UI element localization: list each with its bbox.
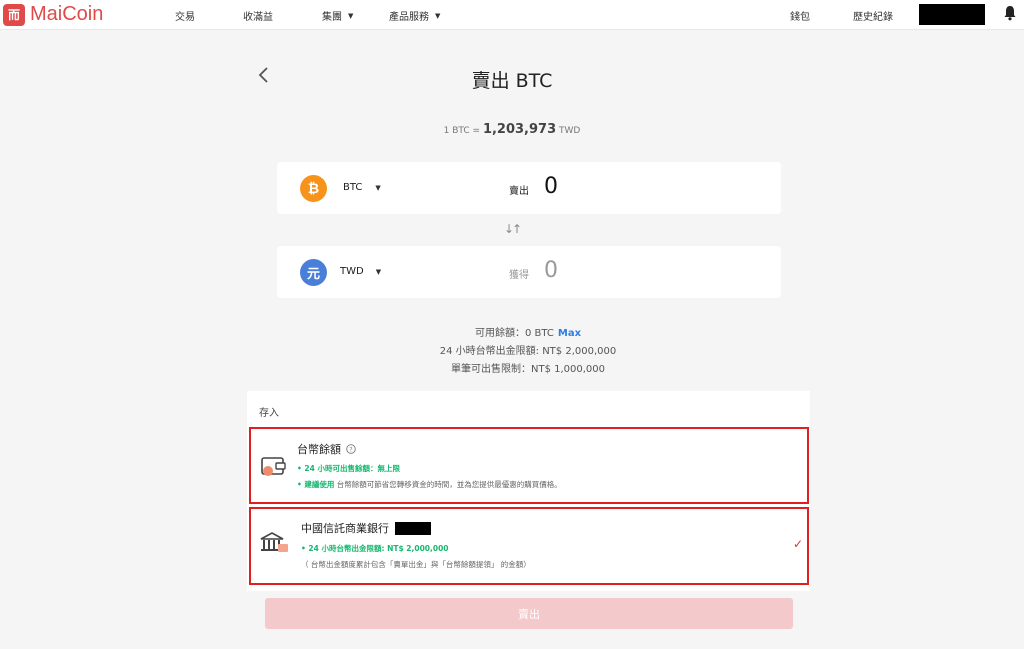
bank-title-text: 中國信託商業銀行 <box>301 522 389 535</box>
receive-label: 獲得 <box>509 270 529 281</box>
nav-history-label: 歷史紀錄 <box>853 12 893 23</box>
rate-prefix: 1 BTC = <box>443 126 481 136</box>
receive-currency-label: TWD <box>340 266 364 277</box>
twd-balance-title: 台幣餘額 ? <box>297 441 356 457</box>
sell-currency-label: BTC <box>343 182 363 193</box>
deposit-heading: 存入 <box>259 408 279 419</box>
page-title: 賣出 BTC <box>471 70 553 92</box>
twd-balance-line2: • 建議使用 台幣餘額可節省您轉移資金的時間，並為您提供最優惠的購買價格。 <box>297 479 562 490</box>
svg-text:?: ? <box>349 445 352 453</box>
nav-group-label: 集團 <box>322 12 342 23</box>
sell-amount-card: ₿ BTC ▼ 賣出 0 <box>277 162 781 214</box>
deposit-option-bank[interactable]: 中國信託商業銀行 • 24 小時台幣出金限額: NT$ 2,000,000 （ … <box>249 507 809 585</box>
brand-name: MaiCoin <box>30 3 104 25</box>
twd-balance-tip: 台幣餘額可節省您轉移資金的時間，並為您提供最優惠的購買價格。 <box>336 480 562 489</box>
receive-currency-select[interactable]: TWD ▼ <box>340 266 381 277</box>
exchange-rate: 1 BTC = 1,203,973 TWD <box>0 122 1024 137</box>
deposit-section: 存入 台幣餘額 ? • 24 小時可出售餘額：無上限 • 建議使用 台幣餘額可節… <box>247 391 810 591</box>
receive-amount-card: 元 TWD ▼ 獲得 0 <box>277 246 781 298</box>
wallet-icon <box>261 457 286 476</box>
sell-currency-select[interactable]: BTC ▼ <box>343 182 381 193</box>
rate-value: 1,203,973 <box>482 122 557 137</box>
twd-coin-icon: 元 <box>300 259 327 286</box>
caret-down-icon: ▼ <box>348 11 354 20</box>
deposit-option-twd-balance[interactable]: 台幣餘額 ? • 24 小時可出售餘額：無上限 • 建議使用 台幣餘額可節省您轉… <box>249 427 809 504</box>
help-circle-icon[interactable]: ? <box>346 444 356 454</box>
sell-amount-input[interactable]: 0 <box>544 174 558 199</box>
nav-history[interactable]: 歷史紀錄 <box>853 8 893 23</box>
checkmark-icon: ✓ <box>792 537 803 551</box>
sell-button[interactable]: 賣出 <box>265 598 793 629</box>
bank-account-redacted <box>395 521 431 535</box>
receive-amount-input[interactable]: 0 <box>544 258 558 283</box>
limit-24h: 24 小時台幣出金限額: NT$ 2,000,000 <box>439 346 617 357</box>
nav-group[interactable]: 集團 ▼ <box>322 8 354 24</box>
bank-line2: （ 台幣出金額度累計包含「賣單出金」與「台幣餘額提領」 的金額） <box>301 560 531 569</box>
rate-unit: TWD <box>559 126 581 136</box>
bank-line1: • 24 小時台幣出金限額: NT$ 2,000,000 <box>301 544 449 553</box>
max-button[interactable]: Max <box>558 328 581 339</box>
nav-trade[interactable]: 交易 <box>175 8 195 23</box>
twd-balance-line1: • 24 小時可出售餘額：無上限 <box>297 464 400 473</box>
caret-down-icon: ▼ <box>375 267 382 276</box>
recommended-tag: • 建議使用 <box>297 480 335 489</box>
maicoin-logo[interactable]: 而 MaiCoin <box>3 3 103 26</box>
bank-title: 中國信託商業銀行 <box>301 520 431 536</box>
caret-down-icon: ▼ <box>435 11 441 20</box>
single-sale-limit: 單筆可出售限制：NT$ 1,000,000 <box>450 364 606 375</box>
nav-earn[interactable]: 收滿益 <box>243 8 273 23</box>
nav-wallet[interactable]: 錢包 <box>790 8 810 23</box>
nav-products[interactable]: 產品服務 ▼ <box>389 8 441 24</box>
nav-wallet-label: 錢包 <box>790 12 810 23</box>
nav-products-label: 產品服務 <box>389 12 429 23</box>
bank-icon <box>260 532 288 552</box>
available-balance: 可用餘額：0 BTC Max <box>0 324 1024 339</box>
caret-down-icon: ▼ <box>375 183 381 192</box>
swap-arrows-icon[interactable]: ↓↑ <box>0 222 1024 236</box>
bell-icon[interactable] <box>1003 5 1017 21</box>
nav-trade-label: 交易 <box>175 12 195 23</box>
sell-label: 賣出 <box>509 186 529 197</box>
bitcoin-icon: ₿ <box>300 175 327 202</box>
top-navbar: 而 MaiCoin 交易 收滿益 集團 ▼ 產品服務 ▼ 錢包 歷史紀錄 <box>0 0 1024 30</box>
nav-earn-label: 收滿益 <box>243 12 273 23</box>
account-menu-redacted[interactable] <box>919 4 985 25</box>
available-balance-text: 可用餘額：0 BTC <box>474 328 554 339</box>
maicoin-logo-icon: 而 <box>3 3 25 26</box>
twd-balance-title-text: 台幣餘額 <box>297 443 341 456</box>
